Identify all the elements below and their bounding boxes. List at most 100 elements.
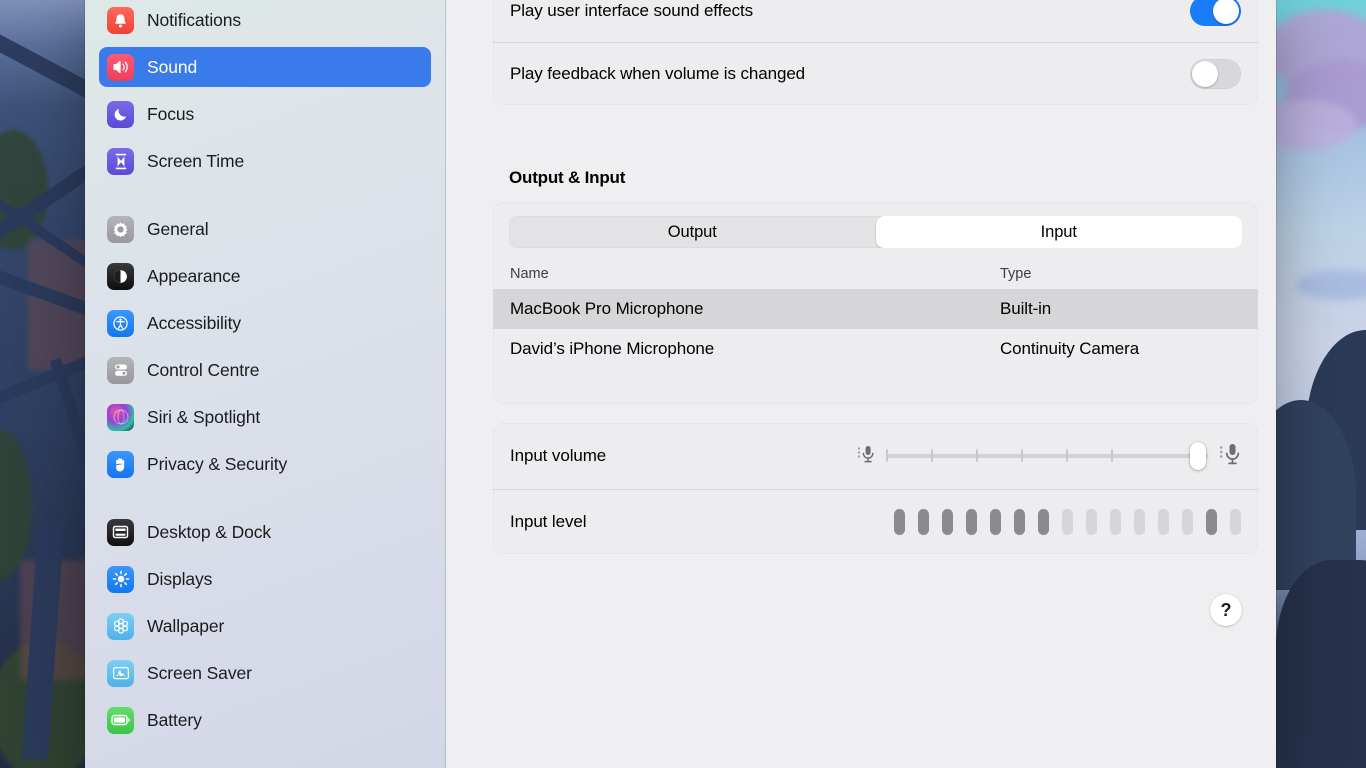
device-name: MacBook Pro Microphone xyxy=(510,299,704,318)
sidebar-item-label: Screen Time xyxy=(147,150,245,171)
level-segment xyxy=(1086,509,1097,535)
microphone-quiet-icon xyxy=(857,443,875,470)
output-input-section-title: Output & Input xyxy=(509,168,626,187)
sidebar-group-separator xyxy=(99,188,431,209)
input-level-label: Input level xyxy=(510,512,587,531)
accessibility-person-icon xyxy=(107,309,134,337)
slider-track xyxy=(886,454,1208,458)
level-segment xyxy=(990,509,1001,535)
level-segment xyxy=(918,509,929,535)
sidebar-item-control-centre[interactable]: Control Centre xyxy=(99,350,431,390)
level-segment xyxy=(894,509,905,535)
sidebar-item-label: Focus xyxy=(147,103,195,124)
row-volume-feedback[interactable]: Play feedback when volume is changed xyxy=(493,42,1258,104)
wallpaper-right-strip xyxy=(1276,0,1366,768)
question-mark-icon: ? xyxy=(1220,599,1232,620)
sidebar-item-desktop-dock[interactable]: Desktop & Dock xyxy=(99,512,431,552)
sidebar-item-label: Privacy & Security xyxy=(147,453,288,474)
input-volume-card: Input volume Input level xyxy=(493,423,1258,554)
sidebar-item-focus[interactable]: Focus xyxy=(99,94,431,134)
level-segment xyxy=(1158,509,1169,535)
sidebar-item-label: Displays xyxy=(147,568,213,589)
row-input-volume[interactable]: Input volume xyxy=(493,423,1258,489)
sidebar-item-label: Wallpaper xyxy=(147,615,225,636)
input-level-meter xyxy=(894,509,1241,535)
level-segment xyxy=(1206,509,1217,535)
sidebar-item-screen-saver[interactable]: Screen Saver xyxy=(99,653,431,693)
notifications-bell-icon xyxy=(107,6,134,34)
ui-sound-effects-label: Play user interface sound effects xyxy=(510,1,754,20)
sidebar-item-label: Accessibility xyxy=(147,312,242,333)
row-ui-sound-effects[interactable]: Play user interface sound effects xyxy=(493,0,1258,42)
wallpaper-left-strip xyxy=(0,0,90,768)
level-segment xyxy=(1014,509,1025,535)
general-gear-icon xyxy=(107,215,134,243)
slider-knob[interactable] xyxy=(1190,442,1206,470)
system-settings-window: Notifications Sound Focus Screen Time Genera… xyxy=(85,0,1276,768)
input-volume-label: Input volume xyxy=(510,446,607,465)
screen-time-hourglass-icon xyxy=(107,147,134,175)
battery-icon xyxy=(107,706,134,734)
column-header-type: Type xyxy=(1000,266,1032,282)
volume-feedback-label: Play feedback when volume is changed xyxy=(510,63,806,83)
level-segment xyxy=(1134,509,1145,535)
table-row[interactable]: MacBook Pro Microphone Built-in xyxy=(493,289,1258,329)
desktop-dock-icon xyxy=(107,518,134,546)
sidebar-item-appearance[interactable]: Appearance xyxy=(99,256,431,296)
screen-saver-icon xyxy=(107,659,134,687)
tab-output[interactable]: Output xyxy=(509,216,876,248)
sidebar-item-privacy-security[interactable]: Privacy & Security xyxy=(99,444,431,484)
device-type: Continuity Camera xyxy=(1000,339,1140,358)
privacy-hand-icon xyxy=(107,450,134,478)
sidebar-item-displays[interactable]: Displays xyxy=(99,559,431,599)
device-name: David’s iPhone Microphone xyxy=(510,339,715,358)
level-segment xyxy=(966,509,977,535)
ui-sound-effects-toggle[interactable] xyxy=(1190,0,1241,26)
sidebar-item-label: Control Centre xyxy=(147,359,260,380)
tab-input-label: Input xyxy=(1040,222,1077,241)
row-input-level: Input level xyxy=(493,489,1258,554)
sidebar-item-label: Battery xyxy=(147,709,202,730)
level-segment xyxy=(1230,509,1241,535)
wallpaper-flower-icon xyxy=(107,612,134,640)
sidebar-item-label: Desktop & Dock xyxy=(147,521,272,542)
level-segment xyxy=(1110,509,1121,535)
siri-orb-icon xyxy=(107,403,134,431)
device-type: Built-in xyxy=(1000,299,1052,318)
sidebar-item-label: Sound xyxy=(147,56,198,77)
input-volume-slider[interactable] xyxy=(886,442,1208,470)
tab-input[interactable]: Input xyxy=(875,216,1242,248)
focus-moon-icon xyxy=(107,100,134,128)
sidebar-item-label: General xyxy=(147,218,209,239)
sidebar-item-label: Screen Saver xyxy=(147,662,252,683)
sidebar-item-screen-time[interactable]: Screen Time xyxy=(99,141,431,181)
sidebar-item-wallpaper[interactable]: Wallpaper xyxy=(99,606,431,646)
toggle-knob xyxy=(1192,60,1218,87)
output-input-segmented-control[interactable]: Output Input xyxy=(493,202,1258,259)
sound-speaker-icon xyxy=(107,53,134,81)
sidebar-item-notifications[interactable]: Notifications xyxy=(99,0,431,40)
toggle-knob xyxy=(1213,0,1239,24)
sound-effects-card: Play user interface sound effects Play f… xyxy=(493,0,1258,105)
sidebar-item-label: Appearance xyxy=(147,265,241,286)
sidebar-item-accessibility[interactable]: Accessibility xyxy=(99,303,431,343)
column-header-name: Name xyxy=(510,266,549,282)
sidebar-item-label: Notifications xyxy=(147,9,242,30)
volume-feedback-toggle[interactable] xyxy=(1190,58,1241,89)
sidebar-item-siri-spotlight[interactable]: Siri & Spotlight xyxy=(99,397,431,437)
level-segment xyxy=(1062,509,1073,535)
settings-sidebar[interactable]: Notifications Sound Focus Screen Time Genera… xyxy=(85,0,446,768)
sidebar-item-sound[interactable]: Sound xyxy=(99,47,431,87)
output-input-card: Output Input Name Type MacBook Pro Micro… xyxy=(493,202,1258,404)
settings-content-pane: Play user interface sound effects Play f… xyxy=(446,0,1276,768)
appearance-contrast-icon xyxy=(107,262,134,290)
sidebar-item-label: Siri & Spotlight xyxy=(147,406,261,427)
level-segment xyxy=(1038,509,1049,535)
sidebar-item-battery[interactable]: Battery xyxy=(99,700,431,740)
sidebar-item-general[interactable]: General xyxy=(99,209,431,249)
device-table-header: Name Type xyxy=(493,259,1258,289)
level-segment xyxy=(1182,509,1193,535)
table-row[interactable]: David’s iPhone Microphone Continuity Cam… xyxy=(493,329,1258,369)
tab-output-label: Output xyxy=(667,222,717,241)
help-button[interactable]: ? xyxy=(1210,594,1242,626)
